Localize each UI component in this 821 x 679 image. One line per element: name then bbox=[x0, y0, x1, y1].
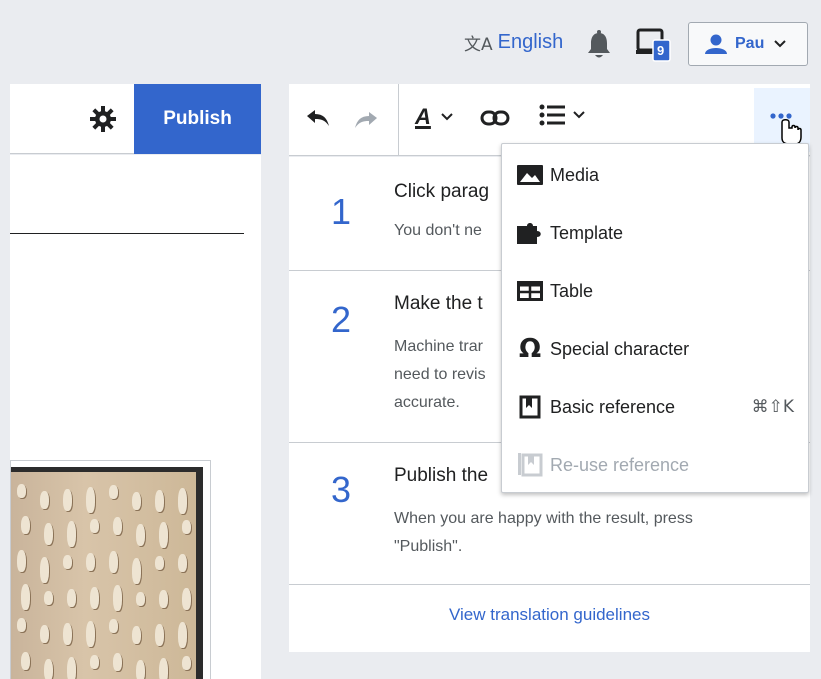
view-guidelines-link[interactable]: View translation guidelines bbox=[289, 605, 810, 625]
fossil-specimen bbox=[136, 524, 145, 546]
step-description: accurate. bbox=[394, 394, 460, 411]
image-icon bbox=[516, 163, 544, 187]
user-name: Pau bbox=[735, 35, 765, 52]
publish-button[interactable]: Publish bbox=[134, 84, 261, 154]
fossil-specimen bbox=[67, 657, 76, 679]
fossil-specimen bbox=[90, 519, 99, 533]
fossil-specimen bbox=[21, 584, 30, 610]
fossil-specimen bbox=[17, 484, 26, 498]
gear-icon[interactable] bbox=[90, 106, 116, 132]
fossil-specimen bbox=[159, 590, 168, 608]
fossil-specimen bbox=[182, 656, 191, 670]
toolbar-separator bbox=[398, 84, 399, 156]
step-number: 2 bbox=[331, 299, 352, 340]
link-icon[interactable] bbox=[480, 108, 510, 128]
fossil-display-photo bbox=[11, 467, 203, 679]
title-divider bbox=[10, 233, 244, 234]
menu-item-media[interactable]: Media bbox=[502, 146, 808, 204]
fossil-specimen bbox=[109, 551, 118, 573]
fossil-specimen bbox=[40, 491, 49, 509]
menu-item-reuse-reference: Re-use reference bbox=[502, 436, 808, 494]
user-icon bbox=[705, 34, 727, 54]
fossil-specimen bbox=[40, 625, 49, 643]
omega-icon: Ω bbox=[518, 334, 542, 364]
step-description: When you are happy with the result, pres… bbox=[394, 510, 693, 527]
redo-icon[interactable] bbox=[353, 110, 379, 130]
fossil-specimen bbox=[132, 558, 141, 584]
fossil-specimen bbox=[21, 516, 30, 534]
fossil-specimen bbox=[90, 655, 99, 669]
fossil-specimen bbox=[159, 522, 168, 548]
devices-badge: 9 bbox=[657, 43, 665, 58]
fossil-specimen bbox=[136, 660, 145, 679]
fossil-specimen bbox=[86, 487, 95, 513]
menu-item-template[interactable]: Template bbox=[502, 204, 808, 262]
insert-menu: Media Template Table Ω Special character… bbox=[501, 143, 809, 493]
undo-icon[interactable] bbox=[305, 108, 331, 128]
fossil-specimen bbox=[182, 520, 191, 534]
source-article bbox=[10, 155, 261, 679]
step-description: Machine trar bbox=[394, 338, 483, 355]
fossil-specimen bbox=[44, 659, 53, 679]
fossil-specimen bbox=[136, 592, 145, 606]
list-icon[interactable] bbox=[539, 102, 585, 128]
bell-icon[interactable] bbox=[585, 30, 613, 60]
fossil-specimen bbox=[109, 619, 118, 633]
step-title: Click parag bbox=[394, 181, 490, 202]
step-description: You don't ne bbox=[394, 222, 482, 239]
fossil-specimen bbox=[90, 587, 99, 609]
article-image[interactable] bbox=[10, 460, 211, 679]
reference-icon bbox=[516, 395, 544, 419]
fossil-specimen bbox=[86, 621, 95, 647]
menu-item-table[interactable]: Table bbox=[502, 262, 808, 320]
fossil-specimen bbox=[182, 588, 191, 610]
fossil-specimen bbox=[178, 488, 187, 514]
fossil-specimen bbox=[155, 490, 164, 512]
reuse-reference-icon bbox=[516, 453, 544, 477]
fossil-specimen bbox=[44, 591, 53, 605]
menu-item-basic-reference[interactable]: Basic reference ⌘⇧K bbox=[502, 378, 808, 436]
text-style-icon[interactable]: A bbox=[415, 104, 453, 130]
fossil-specimen bbox=[67, 589, 76, 607]
step-description: "Publish". bbox=[394, 538, 463, 555]
chevron-down-icon bbox=[774, 40, 787, 48]
menu-item-special-character[interactable]: Ω Special character bbox=[502, 320, 808, 378]
step-description: need to revis bbox=[394, 366, 486, 383]
fossil-specimen bbox=[113, 653, 122, 671]
language-label: English bbox=[497, 31, 564, 53]
table-icon bbox=[516, 279, 544, 303]
fossil-specimen bbox=[17, 550, 26, 572]
fossil-specimen bbox=[132, 626, 141, 644]
fossil-specimen bbox=[67, 521, 76, 547]
keyboard-shortcut: ⌘⇧K bbox=[751, 397, 794, 417]
step-number: 3 bbox=[331, 469, 352, 510]
fossil-specimen bbox=[155, 624, 164, 646]
fossil-specimen bbox=[21, 652, 30, 670]
fossil-specimen bbox=[63, 623, 72, 645]
fossil-specimen bbox=[63, 489, 72, 511]
fossil-specimen bbox=[155, 556, 164, 570]
fossil-specimen bbox=[178, 554, 187, 572]
fossil-specimen bbox=[63, 555, 72, 569]
fossil-specimen bbox=[113, 517, 122, 535]
devices-icon[interactable]: 9 bbox=[636, 28, 672, 62]
user-menu-button[interactable]: Pau bbox=[688, 22, 808, 66]
fossil-specimen bbox=[132, 492, 141, 510]
step-title: Publish the bbox=[394, 465, 489, 486]
step-number: 1 bbox=[331, 191, 352, 232]
fossil-specimen bbox=[113, 585, 122, 611]
fossil-specimen bbox=[159, 658, 168, 679]
fossil-specimen bbox=[178, 622, 187, 648]
fossil-specimen bbox=[17, 618, 26, 632]
language-selector[interactable]: 文A English bbox=[464, 30, 563, 55]
puzzle-icon bbox=[516, 221, 544, 245]
step-title: Make the t bbox=[394, 293, 483, 314]
fossil-specimen bbox=[44, 523, 53, 545]
fossil-specimen bbox=[40, 557, 49, 583]
fossil-specimen bbox=[109, 485, 118, 499]
language-icon: 文A bbox=[464, 35, 493, 55]
fossil-specimen bbox=[86, 553, 95, 571]
